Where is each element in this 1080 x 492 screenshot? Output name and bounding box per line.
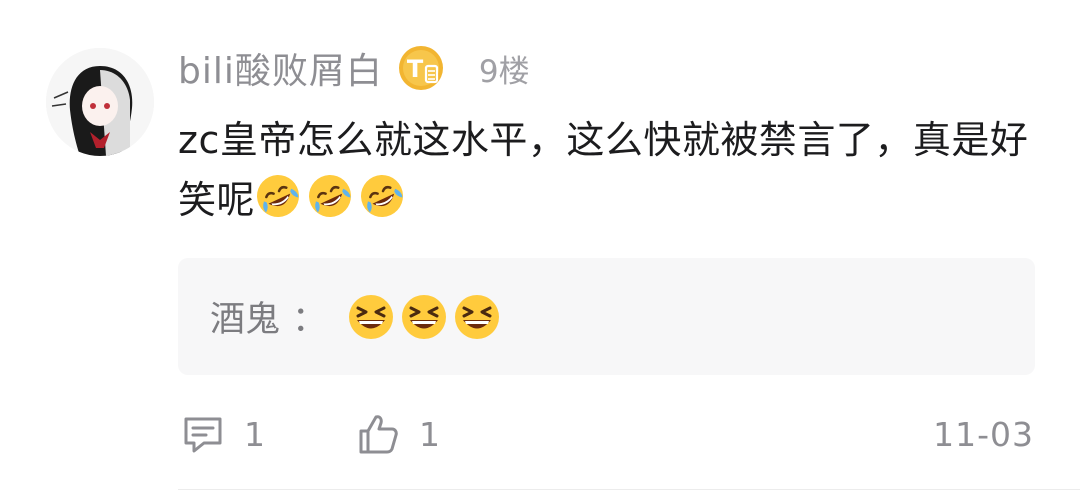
- reply-button[interactable]: 1: [180, 411, 265, 457]
- rolling-on-floor-laughing-emoji: [255, 173, 301, 219]
- grinning-squinting-emoji: [400, 293, 448, 341]
- grinning-squinting-emoji: [347, 293, 395, 341]
- reply-count: 1: [244, 414, 265, 454]
- reply-author[interactable]: 酒鬼: [210, 291, 280, 342]
- avatar[interactable]: [46, 48, 154, 156]
- divider: [178, 489, 1080, 490]
- reply-separator: ：: [292, 300, 328, 340]
- action-bar: 1 1 11-03: [180, 406, 1034, 462]
- avatar-image: [46, 48, 154, 156]
- comment-icon: [184, 417, 222, 453]
- rolling-on-floor-laughing-emoji: [307, 173, 353, 219]
- comment-header: bili酸败屑白 T 9楼: [178, 40, 530, 96]
- comment-text: zc皇帝怎么就这水平，这么快就被禁言了，真是好笑呢: [178, 118, 1029, 222]
- comment-body: zc皇帝怎么就这水平，这么快就被禁言了，真是好笑呢: [178, 110, 1038, 230]
- level-badge-icon: T: [397, 44, 445, 92]
- username[interactable]: bili酸败屑白: [178, 42, 383, 94]
- thumbs-up-icon: [359, 415, 398, 454]
- grinning-squinting-emoji: [453, 293, 501, 341]
- comment-date: 11-03: [933, 414, 1034, 454]
- floor-number: 9楼: [478, 53, 530, 90]
- reply-preview[interactable]: 酒鬼 ：: [178, 258, 1035, 375]
- like-count: 1: [419, 414, 440, 454]
- like-button[interactable]: 1: [355, 411, 440, 457]
- rolling-on-floor-laughing-emoji: [359, 173, 405, 219]
- level-badge-letter: T: [407, 55, 424, 83]
